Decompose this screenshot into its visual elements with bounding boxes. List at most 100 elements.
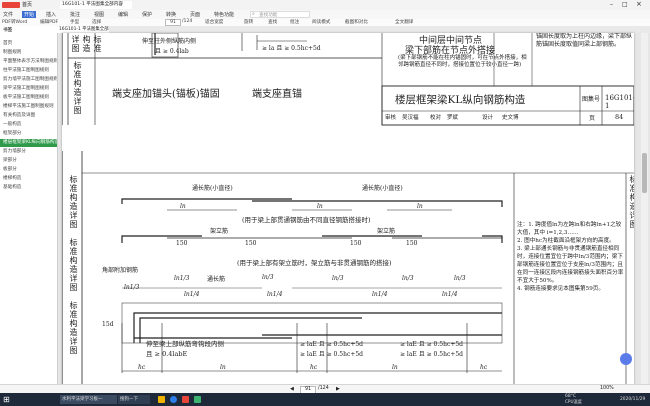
menu-insert[interactable]: 插入 xyxy=(46,11,56,18)
cpu-label: CPU温度 xyxy=(565,399,582,404)
sidebar-item[interactable]: 剪力墙部分 xyxy=(0,148,57,156)
sidebar-item[interactable]: 楼梯构造 xyxy=(0,175,57,183)
page-label: 页 xyxy=(589,115,596,122)
title-block-title: 楼层框架梁KL纵向钢筋构造 xyxy=(395,94,526,106)
doc-tab-active[interactable]: 16G101-1 平法图集全部内容 xyxy=(57,26,109,33)
zoom-select[interactable]: 适合宽度 xyxy=(205,19,223,25)
sidebar-item[interactable]: 梁平法施工图制图规则 xyxy=(0,85,57,93)
status-prev-icon[interactable]: ◀ xyxy=(290,386,294,392)
scrollbar-thumb[interactable] xyxy=(642,153,647,193)
sidebar-item[interactable]: 有关构造及详图 xyxy=(0,112,57,120)
sidebar-item[interactable]: 首页 xyxy=(0,40,57,48)
note-2: (用于梁上部有架立筋时，架立筋与非贯通钢筋的搭接) xyxy=(237,259,392,267)
status-zoom[interactable]: 100% xyxy=(600,386,614,391)
label-tongchang-1: 通长筋(小直径) xyxy=(192,185,233,192)
menu-annotate[interactable]: 批注 xyxy=(70,11,80,18)
select-tool-button[interactable]: 选择 xyxy=(92,19,101,25)
dim-hc-b: hc xyxy=(310,364,318,371)
sidebar-item[interactable]: 框架部分 xyxy=(0,130,57,138)
atlas-label: 图集号 xyxy=(582,96,601,103)
side-label-right: 标准构造详图 xyxy=(629,175,634,229)
pdf-app-icon[interactable] xyxy=(182,396,189,403)
dim-hc-c: hc xyxy=(480,364,488,371)
dim-hc-a: hc xyxy=(138,364,146,371)
windows-start-icon[interactable]: ⊞ xyxy=(3,395,12,404)
label-support-2: 且 ≥ 0.4labE xyxy=(146,350,188,358)
app-icon[interactable] xyxy=(194,396,201,403)
side-label-2: 标准构造详图 xyxy=(69,175,78,229)
sidebar-item[interactable]: 制图规则 xyxy=(0,49,57,57)
search-input[interactable]: 查找功能 xyxy=(250,11,310,18)
label-ln-a: ln xyxy=(180,203,186,210)
file-explorer-icon[interactable] xyxy=(158,396,165,403)
label-lae-d: ≥ laE 且 ≥ 0.5hc+5d xyxy=(400,351,464,358)
label-ln-b: ln xyxy=(317,203,323,210)
mid-note: (梁下部钢筋不能在柱内锚固时，可在节点外搭接，相邻跨钢筋直径不同时，搭接位置位于… xyxy=(398,55,527,68)
clock-date: 2020/11/29 xyxy=(620,397,646,402)
home-tab[interactable]: 首页 xyxy=(22,1,32,8)
dim-ln4-b: ln1/4 xyxy=(267,291,283,298)
menu-protect[interactable]: 保护 xyxy=(142,11,152,18)
sidebar-item[interactable]: 板部分 xyxy=(0,166,57,174)
annotate-button[interactable]: 批注 xyxy=(290,19,299,25)
task-item-1[interactable]: 水利平法梁学习板一 xyxy=(60,395,117,404)
sidebar-item[interactable]: 板平法施工图制图规则 xyxy=(0,94,57,102)
close-icon[interactable]: × xyxy=(636,0,642,8)
sidebar-item[interactable]: 平面整体表示方法制图规则 xyxy=(0,58,57,66)
dim-ln-bottom-b: ln xyxy=(392,364,398,371)
side-label-3: 标准构造详图 xyxy=(69,238,78,292)
label-corner-bar: 角部附加钢筋 xyxy=(102,267,139,274)
note-item-4: 4. 钢筋连接要求见本图集第59页。 xyxy=(517,286,604,292)
tb-check-label: 校对 xyxy=(430,115,442,121)
minimize-icon[interactable]: – xyxy=(610,1,613,8)
status-page-total: /124 xyxy=(318,386,329,391)
sidebar-item[interactable]: 基础构造 xyxy=(0,184,57,192)
sidebar-title: 书签 xyxy=(3,28,13,33)
edit-pdf-button[interactable]: 编辑PDF xyxy=(40,19,58,25)
sidebar-item[interactable]: 楼层框架梁KL纵向钢筋构造 xyxy=(0,139,57,147)
sidebar-item[interactable]: 梁部分 xyxy=(0,157,57,165)
menu-view[interactable]: 视图 xyxy=(94,11,104,18)
rotate-button[interactable]: 旋转 xyxy=(244,19,253,25)
menu-bar: 文件 开始 插入 批注 视图 编辑 保护 转换 页面 特色功能 查找功能 ⌕ xyxy=(0,10,650,19)
taskbar: ⊞ 水利平法梁学习板一 搜狗一下 68°C CPU温度 2020/11/29 xyxy=(0,393,650,406)
menu-page[interactable]: 页面 xyxy=(190,11,200,18)
doc-tab-strip: 16G101-1 平法图集全部内容 xyxy=(57,26,650,33)
label-lae-b: ≥ laE 且 ≥ 0.5hc+5d xyxy=(400,341,464,348)
page-total: /124 xyxy=(182,19,193,24)
maximize-icon[interactable]: □ xyxy=(622,1,628,8)
menu-edit[interactable]: 编辑 xyxy=(118,11,128,18)
label-lae-c: ≥ laE 且 ≥ 0.5hc+5d xyxy=(300,351,364,358)
notes-list: 注：1. 跨度值ln为左跨ln和右跨ln+1之较大值，其中 i=1,2,3…… … xyxy=(517,221,624,293)
right-note: 锚固长度取为上柱内边缘，梁下部纵筋锚固长度取值同梁上部钢筋。 xyxy=(536,33,633,48)
page-number-input[interactable]: 91 xyxy=(165,19,181,26)
tb-checker: 罗斌 xyxy=(447,115,459,121)
menu-file[interactable]: 文件 xyxy=(3,11,13,18)
text-la: ≥ la 且 ≥ 0.5hc+5d xyxy=(262,45,321,52)
float-assistant-icon[interactable] xyxy=(620,353,632,365)
find-button[interactable]: 查找 xyxy=(268,19,277,25)
label-support: 伸至梁上部纵筋弯钩段内侧 xyxy=(146,340,224,348)
task-item-2[interactable]: 搜狗一下 xyxy=(118,395,150,404)
menu-features[interactable]: 特色功能 xyxy=(214,11,234,18)
menu-home[interactable]: 开始 xyxy=(22,11,37,18)
hand-tool-button[interactable]: 手型 xyxy=(70,19,79,25)
dim-ln3-b: ln1/3 xyxy=(174,275,190,282)
status-next-icon[interactable]: ▶ xyxy=(336,386,340,392)
sidebar-item[interactable]: 剪力墙平法施工图制图规则 xyxy=(0,76,57,84)
sidebar-item[interactable]: 楼梯平法施工图制图规则 xyxy=(0,103,57,111)
screenshot-compare-button[interactable]: 截图和对比 xyxy=(345,19,368,25)
menu-convert[interactable]: 转换 xyxy=(166,11,176,18)
sidebar-item[interactable]: 柱平法施工图制图规则 xyxy=(0,67,57,75)
pdf-to-word-button[interactable]: PDF转Word xyxy=(2,19,27,25)
vertical-scrollbar[interactable] xyxy=(641,33,648,384)
note-1: (用于梁上部贯通钢筋由不同直径钢筋搭接时) xyxy=(242,216,371,224)
document-tab[interactable]: 16G101-1 平法图集全部内容 xyxy=(60,1,132,9)
label-ln-c: ln xyxy=(417,203,423,210)
app-logo[interactable] xyxy=(2,2,20,8)
tb-design-label: 设计 xyxy=(482,115,494,121)
sidebar-item[interactable]: 一般构造 xyxy=(0,121,57,129)
translate-button[interactable]: 全文翻译 xyxy=(395,19,413,25)
browser-icon[interactable] xyxy=(170,396,177,403)
read-mode-button[interactable]: 阅读模式 xyxy=(312,19,330,25)
